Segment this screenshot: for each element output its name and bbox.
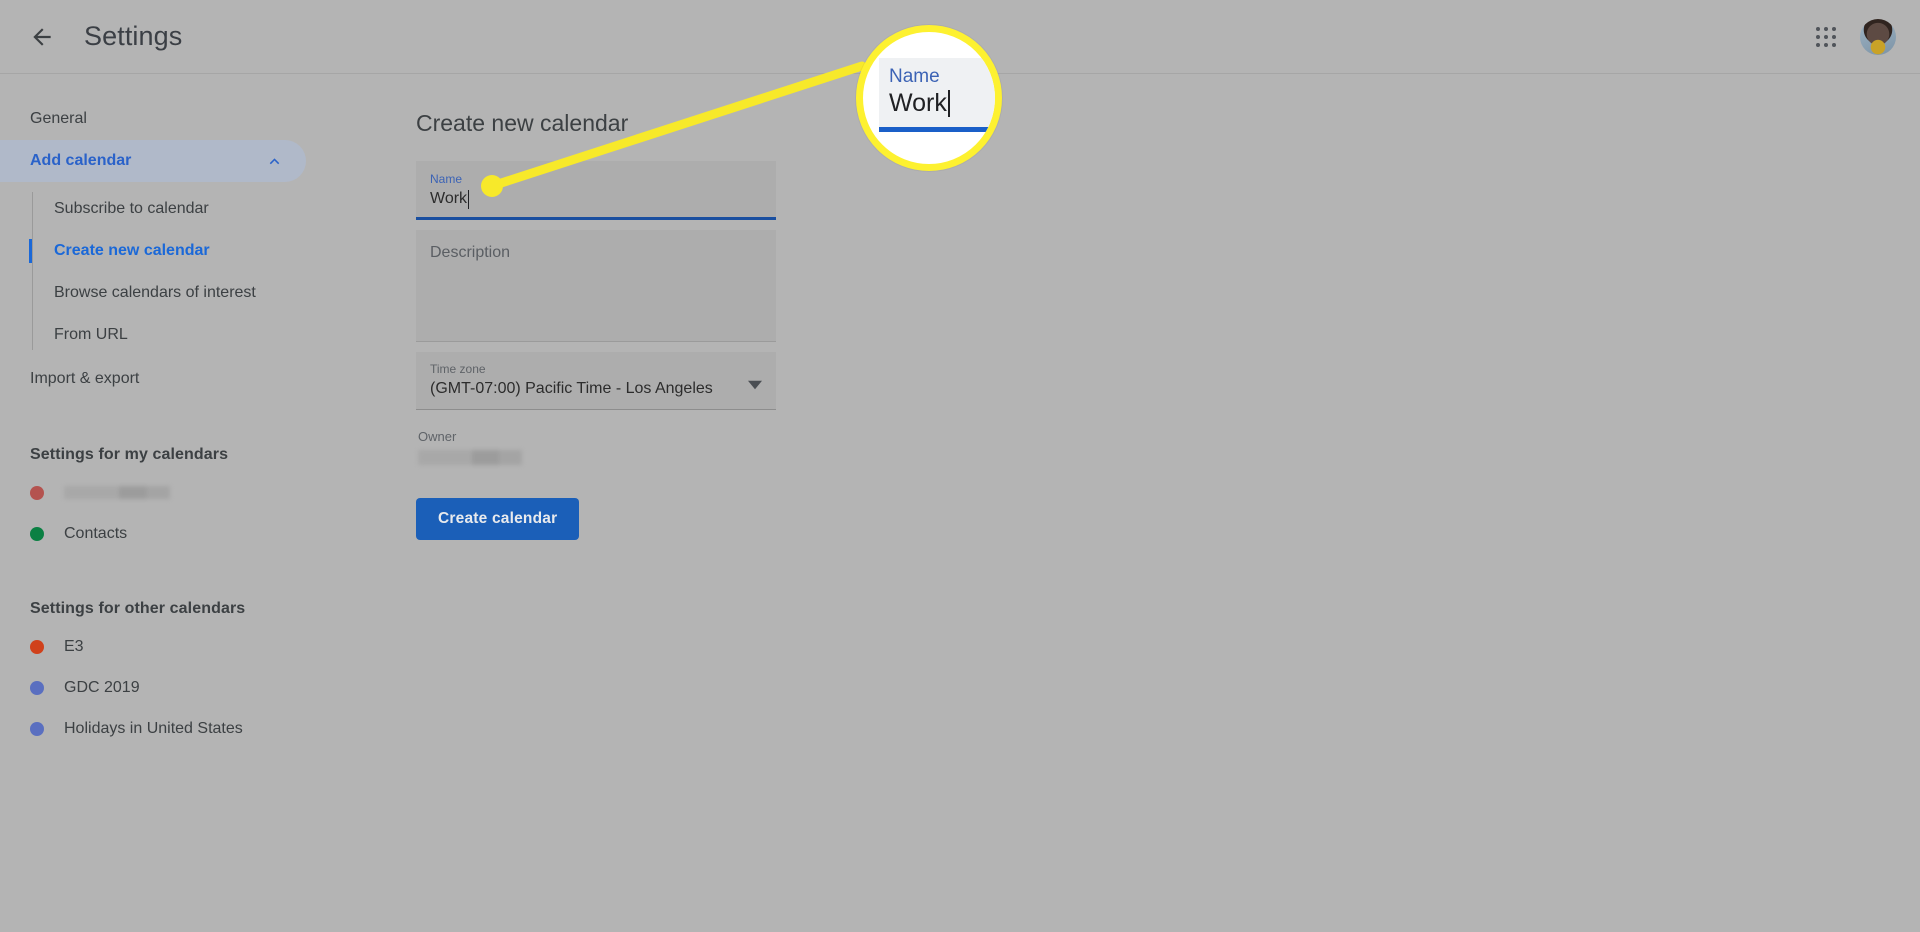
arrow-left-icon bbox=[29, 24, 55, 50]
calendar-name-redacted bbox=[64, 486, 170, 499]
magnified-text-caret bbox=[947, 89, 950, 117]
calendar-color-dot bbox=[30, 485, 44, 500]
my-calendars-heading: Settings for my calendars bbox=[30, 446, 229, 463]
google-apps-grid-icon[interactable] bbox=[1802, 13, 1850, 61]
text-caret bbox=[468, 189, 470, 209]
dropdown-arrow-icon bbox=[748, 378, 762, 397]
main-content: Create new calendar Name Work Descriptio… bbox=[400, 74, 1920, 932]
sidebar-item-from-url[interactable]: From URL bbox=[0, 314, 400, 356]
section-title: Create new calendar bbox=[416, 110, 629, 136]
description-input[interactable]: Description bbox=[416, 230, 776, 342]
calendar-name: GDC 2019 bbox=[64, 678, 140, 696]
back-button[interactable] bbox=[18, 13, 66, 61]
list-item[interactable]: GDC 2019 bbox=[0, 667, 400, 708]
magnified-name-field: Name Work bbox=[879, 58, 995, 132]
create-calendar-button[interactable]: Create calendar bbox=[416, 498, 580, 540]
magnified-name-value: Work bbox=[889, 89, 947, 117]
avatar[interactable] bbox=[1860, 18, 1896, 55]
magnified-name-label: Name bbox=[889, 66, 940, 87]
sidebar-subitem-label: Browse calendars of interest bbox=[54, 284, 256, 301]
name-input-label: Name bbox=[430, 172, 463, 186]
calendar-color-dot bbox=[30, 721, 44, 736]
header-actions bbox=[1802, 13, 1896, 61]
name-input-value: Work bbox=[430, 190, 468, 207]
add-calendar-submenu: Subscribe to calendar Create new calenda… bbox=[0, 188, 400, 356]
settings-page: Settings General Add calendar Subscribe … bbox=[0, 0, 1920, 932]
owner-label: Owner bbox=[418, 429, 457, 444]
sidebar-item-label: Import & export bbox=[30, 370, 140, 387]
calendar-name: E3 bbox=[64, 637, 84, 655]
owner-value-redacted bbox=[418, 450, 522, 465]
name-input[interactable]: Name Work bbox=[416, 161, 776, 220]
calendar-color-dot bbox=[30, 526, 44, 541]
sidebar-item-label: General bbox=[30, 110, 87, 127]
apps-grid-dots bbox=[1816, 26, 1836, 47]
sidebar-item-subscribe-to-calendar[interactable]: Subscribe to calendar bbox=[0, 188, 400, 230]
list-item[interactable]: Contacts bbox=[0, 513, 400, 554]
page-title: Settings bbox=[84, 21, 183, 51]
description-placeholder: Description bbox=[430, 244, 511, 261]
sidebar-item-import-export[interactable]: Import & export bbox=[0, 358, 306, 400]
list-item[interactable]: E3 bbox=[0, 626, 400, 667]
timezone-select-inner: Time zone (GMT-07:00) Pacific Time - Los… bbox=[430, 361, 748, 401]
create-calendar-form: Name Work Description Time zone (GMT-07:… bbox=[416, 161, 776, 540]
sidebar-item-create-new-calendar[interactable]: Create new calendar bbox=[0, 230, 400, 272]
timezone-select[interactable]: Time zone (GMT-07:00) Pacific Time - Los… bbox=[416, 352, 776, 410]
sidebar-subitem-label: Subscribe to calendar bbox=[54, 200, 209, 217]
sidebar-subitem-label: Create new calendar bbox=[54, 242, 210, 259]
sidebar-item-browse-calendars-of-interest[interactable]: Browse calendars of interest bbox=[0, 272, 400, 314]
calendar-name: Holidays in United States bbox=[64, 719, 243, 737]
settings-sidebar: General Add calendar Subscribe to calend… bbox=[0, 74, 400, 932]
calendar-color-dot bbox=[30, 680, 44, 695]
name-input-value-row: Work bbox=[430, 187, 762, 211]
calendar-name: Contacts bbox=[64, 524, 128, 542]
timezone-value: (GMT-07:00) Pacific Time - Los Angeles bbox=[430, 380, 713, 397]
sidebar-item-general[interactable]: General bbox=[0, 98, 306, 140]
magnifier-callout: Name Work bbox=[856, 25, 1002, 171]
sidebar-subitem-label: From URL bbox=[54, 326, 128, 343]
owner-field: Owner bbox=[416, 428, 776, 470]
list-item[interactable]: Holidays in United States bbox=[0, 708, 400, 749]
chevron-up-icon bbox=[265, 152, 284, 171]
calendar-color-dot bbox=[30, 639, 44, 654]
magnified-name-value-row: Work bbox=[889, 88, 987, 118]
timezone-label: Time zone bbox=[430, 362, 486, 376]
list-item[interactable] bbox=[0, 472, 400, 513]
sidebar-item-add-calendar[interactable]: Add calendar bbox=[0, 140, 306, 182]
other-calendars-heading: Settings for other calendars bbox=[30, 600, 246, 617]
sidebar-item-label: Add calendar bbox=[30, 152, 132, 169]
